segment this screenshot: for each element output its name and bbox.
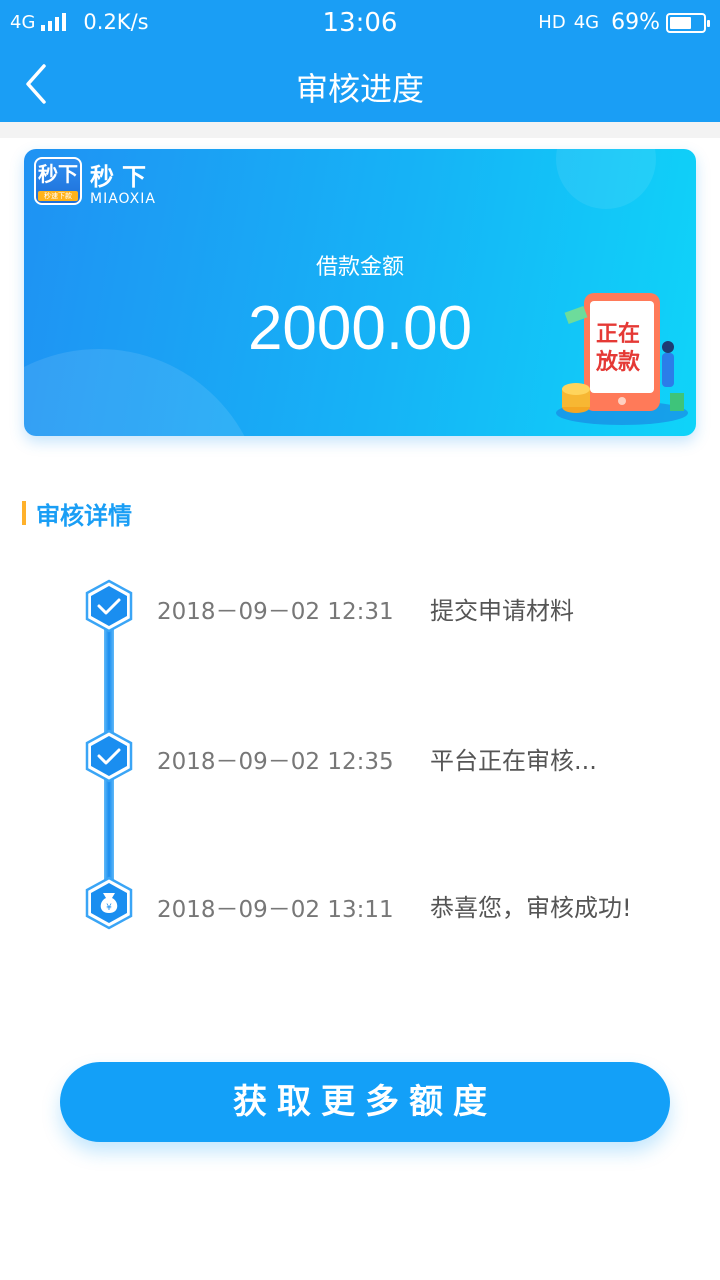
brand-logo-sub: 秒速下款: [38, 191, 78, 201]
timeline-step-3-time: 2018－09－02 13:11: [157, 897, 394, 923]
timeline-step-1-icon: [84, 579, 134, 633]
banner-decoration-small: [556, 149, 656, 209]
loan-amount-banner: 秒下 秒速下款 秒下 MIAOXIA 借款金额 2000.00 正在 放款: [24, 149, 696, 436]
illustration-text-line1: 正在: [595, 322, 640, 347]
money-bag-icon: ¥: [85, 876, 133, 930]
network-type-right: 4G: [573, 12, 600, 33]
page-title: 审核进度: [295, 70, 424, 108]
divider: [0, 122, 720, 138]
section-title: 审核详情: [22, 496, 132, 530]
timeline-step-2-time: 2018－09－02 12:35: [157, 749, 394, 775]
status-right: HD 4G 69%: [538, 10, 710, 35]
brand-logo: 秒下 秒速下款: [34, 157, 82, 205]
check-icon: [85, 579, 133, 633]
timeline-step-2-icon: [84, 729, 134, 783]
amount-label: 借款金额: [315, 255, 404, 280]
section-title-text: 审核详情: [36, 501, 132, 530]
timeline-step-3-text: 恭喜您，审核成功!: [430, 894, 632, 922]
battery-icon: [666, 12, 710, 33]
brand-name-en: MIAOXIA: [90, 191, 156, 207]
timeline-step-2-text: 平台正在审核...: [430, 747, 597, 775]
illustration-text: 正在 放款: [590, 321, 646, 377]
timeline-step-1-time: 2018－09－02 12:31: [157, 599, 394, 625]
brand-logo-text: 秒下: [38, 162, 78, 186]
get-more-credit-button[interactable]: 获取更多额度: [60, 1062, 670, 1142]
status-bar: 4G 0.2K/s 13:06 HD 4G 69%: [0, 0, 720, 48]
nav-bar: 审核进度: [0, 48, 720, 122]
battery-percent: 69%: [611, 10, 660, 35]
svg-text:¥: ¥: [106, 903, 112, 913]
hd-indicator: HD: [538, 12, 566, 33]
section-title-bar: [22, 501, 26, 525]
check-icon: [85, 729, 133, 783]
illustration-text-line2: 放款: [595, 350, 640, 375]
timeline-step-3-icon: ¥: [84, 876, 134, 930]
timeline-step-1-text: 提交申请材料: [430, 597, 574, 625]
brand-name: 秒下: [90, 163, 154, 191]
